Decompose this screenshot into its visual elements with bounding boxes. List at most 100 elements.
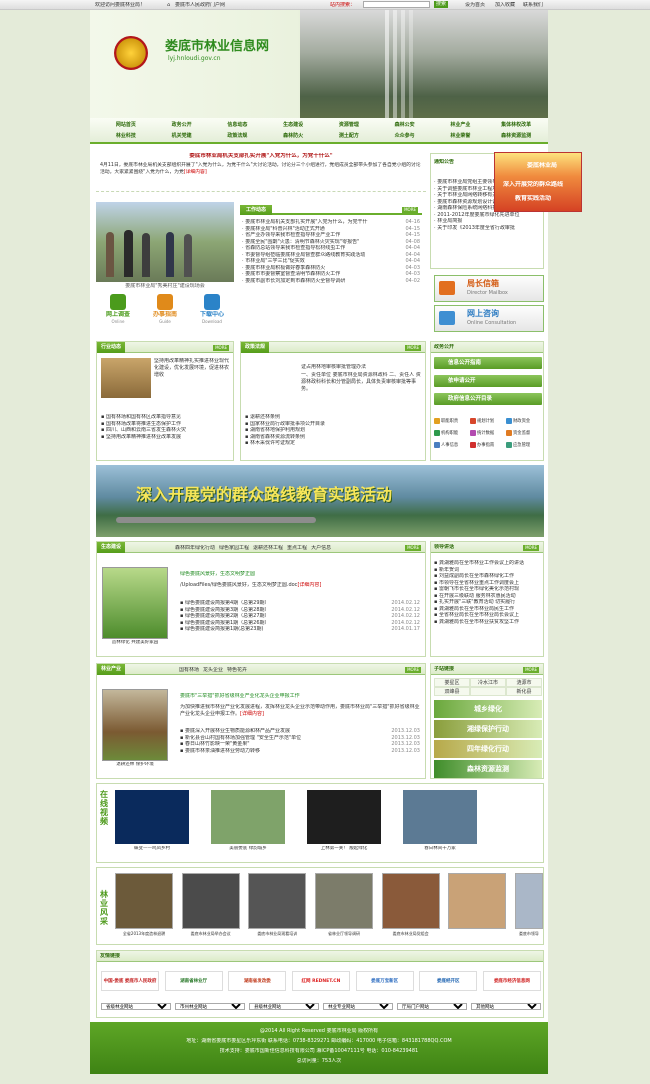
substation-tile[interactable]: 湘绿保护行动 bbox=[434, 720, 542, 738]
item-text[interactable]: 娄底深入开展林业生物质能源和林产品产业发展 bbox=[185, 728, 290, 734]
item-text[interactable]: 湖南省森林资源流转条例 bbox=[250, 434, 305, 440]
gov-open-link[interactable]: 应急管理 bbox=[506, 440, 542, 452]
video-thumbnail[interactable] bbox=[211, 790, 285, 844]
eco-tab[interactable]: 大户信息 bbox=[311, 545, 331, 551]
item-text[interactable]: 坚持用改革精神推进林业改革发展 bbox=[106, 434, 181, 440]
bookmark-link[interactable]: 加入收藏 bbox=[495, 2, 515, 8]
item-text[interactable]: 娄底市林业局机关支部扎实开展"入党为什么，为党干什 bbox=[245, 219, 367, 225]
headline-more-link[interactable]: [详细内容] bbox=[184, 170, 207, 175]
scenery-item[interactable]: 娄底市林业局观看培训 bbox=[248, 873, 307, 936]
quick-link-button[interactable]: 网上调查 Online bbox=[96, 292, 140, 332]
online-consult-button[interactable]: 网上咨询 Online Consultation bbox=[434, 305, 544, 332]
search-button[interactable]: 搜索 bbox=[434, 1, 449, 8]
item-text[interactable]: 绿色娄底建设简报第1期(总第23期) bbox=[185, 626, 263, 632]
nav-item[interactable]: 林业产业 bbox=[433, 120, 489, 131]
item-text[interactable]: 龚湖雅局长在全市林业局民生工作 bbox=[439, 606, 514, 612]
set-home-link[interactable]: 设为首页 bbox=[465, 2, 485, 8]
eco-tab[interactable]: 退耕还林工程 bbox=[253, 545, 283, 551]
video-item[interactable]: 蝶变——鸣凤乡村 bbox=[115, 790, 189, 852]
headline-title[interactable]: 娄底市林业局机关支部扎实开展"入党为什么，为党干什么" bbox=[96, 153, 426, 160]
item-text[interactable]: 新化县合山村国有林场加强管理 "安全生产示范"单位 bbox=[185, 735, 301, 741]
district-link[interactable]: 冷水江市 bbox=[470, 678, 506, 687]
nav-item[interactable]: 网站首页 bbox=[98, 120, 154, 131]
list-item[interactable]: ▪ 林木采伐许可证规定 bbox=[245, 440, 423, 447]
item-text[interactable]: 龚湖雅局长在全市林业扶贫攻坚工作 bbox=[439, 619, 519, 625]
policy-lead[interactable]: 证占用林地审核审批管理办法 bbox=[301, 364, 421, 370]
scenery-item[interactable] bbox=[448, 873, 507, 936]
item-text[interactable]: 国有林场改革将推进生态保护工作 bbox=[106, 421, 181, 427]
link-select[interactable]: 省级林业网站 bbox=[101, 1003, 171, 1010]
industry-lead[interactable]: 坚持用改革精神扎实推进林业现代化建设，优化发展环境，促进林农增收 bbox=[154, 358, 232, 404]
video-item[interactable]: 上林第一关！ 靓起绿化 bbox=[307, 790, 381, 852]
forest-industry-photo[interactable] bbox=[102, 689, 168, 761]
scenery-item[interactable]: 省林业厅领导调研 bbox=[314, 873, 373, 936]
scenery-item[interactable]: 娄底市林业局举办会议 bbox=[181, 873, 240, 936]
item-text[interactable]: 国有林场和国有林区改革指导意见 bbox=[106, 414, 181, 420]
nav-item[interactable]: 森林防火 bbox=[265, 131, 321, 142]
item-text[interactable]: 湖南省林地保护利用规划 bbox=[250, 427, 305, 433]
item-text[interactable]: 娄底林业局"科普兴林"活动正式开通 bbox=[245, 226, 325, 232]
nav-item[interactable]: 众众参与 bbox=[377, 131, 433, 142]
scenery-item[interactable]: 娄底市领导 bbox=[514, 873, 543, 936]
forest-industry-tab[interactable]: 国有林场 bbox=[179, 667, 199, 673]
eco-more[interactable]: MORE bbox=[405, 545, 421, 551]
eco-tab[interactable]: 森林四年绿化行动 bbox=[175, 545, 215, 551]
video-item[interactable]: 美丽娄底 绿韵城乡 bbox=[211, 790, 285, 852]
item-text[interactable]: 绿色娄底建设简报第4期（总第29期） bbox=[185, 600, 270, 606]
policy-more[interactable]: MORE bbox=[405, 345, 421, 351]
eco-tab[interactable]: 绿色家园工程 bbox=[219, 545, 249, 551]
nav-item[interactable]: 生态建设 bbox=[265, 120, 321, 131]
video-thumbnail[interactable] bbox=[307, 790, 381, 844]
gov-open-link[interactable]: 规划计划 bbox=[470, 416, 506, 428]
friend-link-logo[interactable]: 娄底市经济信息网 bbox=[482, 971, 541, 991]
item-text[interactable]: 雷朝飞市长在全市绿化美化示范村现 bbox=[439, 586, 519, 592]
scenery-photo[interactable] bbox=[248, 873, 307, 929]
quick-link-button[interactable]: 办事指南 Guide bbox=[143, 292, 187, 332]
nav-item[interactable]: 机关党建 bbox=[154, 131, 210, 142]
portal-link[interactable]: 娄底市人民政府门户网 bbox=[175, 2, 225, 8]
item-text[interactable]: 扎实开展"三联"教育活动 切实履行 bbox=[439, 599, 515, 605]
nav-item[interactable]: 信息动态 bbox=[210, 120, 266, 131]
forest-industry-more[interactable]: MORE bbox=[405, 667, 421, 673]
list-item[interactable]: ▪ 龚湖雅局长在全市林业扶贫攻坚工作 bbox=[434, 619, 542, 626]
gov-open-link[interactable]: 人事信息 bbox=[434, 440, 470, 452]
item-text[interactable]: 刘益成副局长在全市森林绿化工作 bbox=[439, 573, 514, 579]
headline-photo[interactable] bbox=[96, 202, 234, 282]
nav-item[interactable]: 林业科技 bbox=[98, 131, 154, 142]
link-select[interactable]: 县级林业网站 bbox=[249, 1003, 319, 1010]
eco-tab[interactable]: 重点工程 bbox=[287, 545, 307, 551]
item-text[interactable]: 市领导在全省林业重点工作调度会上 bbox=[439, 580, 519, 586]
item-text[interactable]: 龚湖雅局在全市林业工作会议上的讲话 bbox=[439, 560, 524, 566]
substation-tile[interactable]: 四年绿化行动 bbox=[434, 740, 542, 758]
item-text[interactable]: 新年贺词 bbox=[439, 567, 459, 573]
nav-item[interactable]: 资源管理 bbox=[321, 120, 377, 131]
item-text[interactable]: 林业局简报 bbox=[437, 218, 462, 224]
item-text[interactable]: 市委督导组莅临娄底林业局督查群众路线教育实践活动 bbox=[245, 252, 365, 258]
leaders-more[interactable]: MORE bbox=[523, 545, 539, 551]
item-text[interactable]: 市林业局"三学三比"促实效 bbox=[245, 258, 305, 264]
item-text[interactable]: 绿色娄底建设简报第1期（总第26期） bbox=[185, 620, 270, 626]
gov-open-link[interactable]: 财政资金 bbox=[506, 416, 542, 428]
link-select[interactable]: 市州林业网站 bbox=[175, 1003, 245, 1010]
gov-open-button[interactable]: 依申请公开 bbox=[434, 375, 542, 387]
nav-item[interactable]: 测土配方 bbox=[321, 131, 377, 142]
item-text[interactable]: 娄底市林业局积极做好春季森林防火 bbox=[245, 265, 325, 271]
item-text[interactable]: 省产业办领导来我市检查指导林业产业工作 bbox=[245, 232, 340, 238]
scenery-photo[interactable] bbox=[115, 873, 173, 929]
scenery-photo[interactable] bbox=[381, 873, 440, 929]
item-text[interactable]: 娄底市市委督察室督查清明节森林防火工作 bbox=[245, 271, 340, 277]
gov-open-link[interactable]: 统计数据 bbox=[470, 428, 506, 440]
scenery-item[interactable]: 娄底市林业局党组会 bbox=[381, 873, 440, 936]
eco-lead-title[interactable]: 绿色娄底风景好，生态文明梦正圆 bbox=[180, 571, 255, 577]
scenery-item[interactable]: 全省2013年度造林退耕 bbox=[115, 873, 173, 936]
industry-news-more[interactable]: MORE bbox=[213, 345, 229, 351]
nav-item[interactable]: 集体林权改革 bbox=[488, 120, 544, 131]
video-thumbnail[interactable] bbox=[115, 790, 189, 844]
list-item[interactable]: 04-02 · 娄底市副市长刘加定到市森林防火全督导调研 bbox=[242, 278, 420, 285]
district-link[interactable]: 娄星区 bbox=[434, 678, 470, 687]
nav-item[interactable]: 森林公安 bbox=[377, 120, 433, 131]
work-news-more[interactable]: MORE bbox=[402, 207, 418, 213]
district-link[interactable]: 涟源市 bbox=[506, 678, 542, 687]
district-link[interactable]: 双峰县 bbox=[434, 687, 470, 696]
friend-link-logo[interactable]: 中国·娄底 娄底市人民政府 bbox=[101, 971, 159, 991]
